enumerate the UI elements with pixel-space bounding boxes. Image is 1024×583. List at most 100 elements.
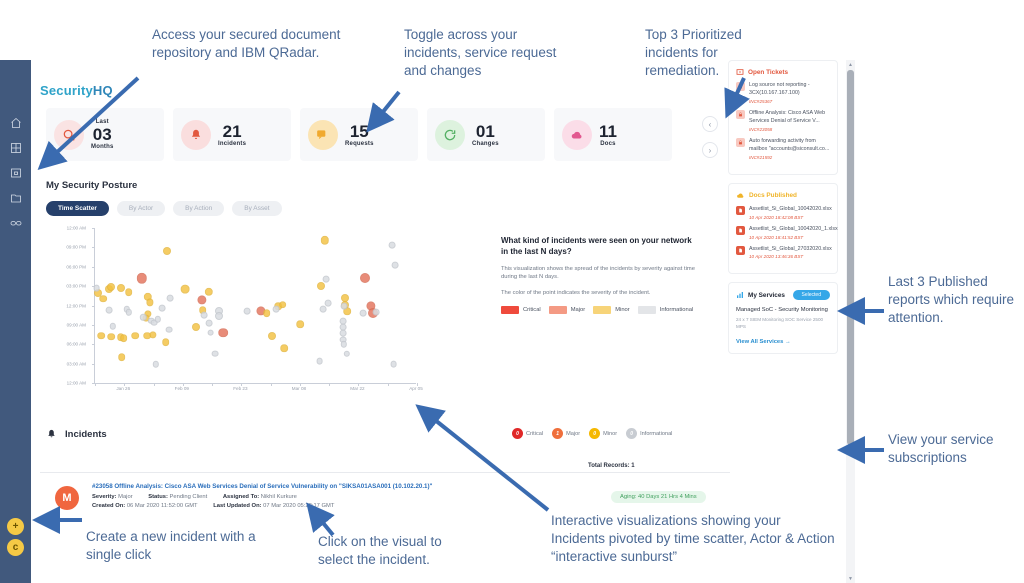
scatter-point[interactable] — [99, 294, 107, 303]
list-item[interactable]: Assetlist_Si_Global_27032020.xlsx 10 Apr … — [736, 245, 832, 259]
scatter-point[interactable] — [154, 316, 161, 323]
chart-description-1: This visualization shows the spread of t… — [501, 265, 695, 281]
scatter-point[interactable] — [372, 309, 380, 316]
list-item[interactable]: Auto forwarding activity from mailbox "a… — [736, 137, 830, 160]
scatter-point[interactable] — [117, 353, 126, 362]
scatter-point[interactable] — [319, 305, 327, 313]
scroll-down-arrow[interactable]: ▼ — [846, 574, 855, 583]
scatter-point[interactable] — [278, 300, 287, 309]
scatter-point[interactable] — [107, 282, 116, 291]
scatter-point[interactable] — [390, 360, 397, 368]
time-scatter-chart[interactable]: 12:00 AM 09:00 PM 06:00 PM 03:00 PM 12:00 PM… — [46, 226, 422, 403]
lock-icon — [736, 109, 745, 119]
ticket-id: INC#23058 — [749, 126, 773, 132]
scatter-point[interactable] — [262, 309, 271, 318]
dashboard-icon[interactable] — [0, 135, 31, 160]
home-icon[interactable] — [0, 110, 31, 135]
kpi-card-row: Last 03 Months 21 Incidents 15 Requests — [46, 108, 672, 161]
scatter-point[interactable] — [317, 282, 326, 291]
scatter-point[interactable] — [167, 294, 174, 302]
scatter-point[interactable] — [280, 344, 289, 352]
folder-icon[interactable] — [0, 185, 31, 210]
scatter-point[interactable] — [272, 305, 280, 313]
scatter-point[interactable] — [120, 334, 128, 342]
scatter-point[interactable] — [391, 261, 399, 269]
severity-legend-item[interactable]: 0 Critical — [512, 428, 543, 439]
chat-fab[interactable]: c — [7, 539, 24, 556]
scatter-point[interactable] — [93, 285, 100, 292]
scatter-point[interactable] — [97, 331, 106, 340]
scatter-point[interactable] — [359, 272, 370, 283]
scatter-point[interactable] — [165, 326, 173, 333]
scatter-point[interactable] — [145, 298, 154, 306]
scatter-point[interactable] — [296, 320, 305, 328]
list-item[interactable]: Assetlist_Si_Global_10042020.xlsx 10 Apr … — [736, 205, 832, 220]
kpi-card-requests[interactable]: 15 Requests — [300, 108, 418, 161]
scatter-point[interactable] — [205, 319, 213, 327]
link-icon[interactable] — [0, 210, 31, 235]
list-item[interactable]: Offline Analysis: Cisco ASA Web Services… — [736, 109, 830, 132]
scatter-point[interactable] — [204, 287, 214, 296]
created-label: Created On: — [92, 503, 126, 509]
device-icon[interactable] — [0, 160, 31, 185]
kpi-card-changes[interactable]: 01 Changes — [427, 108, 545, 161]
scatter-point[interactable] — [320, 236, 329, 245]
scatter-point[interactable] — [136, 273, 147, 284]
scatter-point[interactable] — [192, 323, 201, 332]
kpi-card-docs[interactable]: 11 Docs — [554, 108, 672, 161]
scatter-point[interactable] — [200, 311, 208, 319]
scrollbar-thumb[interactable] — [847, 70, 854, 445]
scatter-point[interactable] — [359, 309, 367, 317]
create-incident-fab[interactable]: + — [7, 518, 24, 535]
scatter-point[interactable] — [340, 302, 348, 310]
scatter-point[interactable] — [152, 361, 160, 368]
scatter-point[interactable] — [324, 299, 332, 307]
scatter-point[interactable] — [124, 288, 133, 297]
tab-time-scatter[interactable]: Time Scatter — [46, 201, 109, 216]
scatter-point[interactable] — [131, 331, 139, 340]
scatter-point[interactable] — [214, 311, 223, 320]
scatter-point[interactable] — [197, 295, 207, 305]
severity-legend-item[interactable]: 1 Major — [552, 428, 580, 439]
scatter-point[interactable] — [116, 284, 125, 293]
tab-by-asset[interactable]: By Asset — [232, 201, 282, 216]
scatter-point[interactable] — [244, 307, 251, 315]
scatter-point[interactable] — [159, 304, 166, 312]
scatter-point[interactable] — [107, 332, 115, 341]
scatter-point[interactable] — [343, 350, 351, 357]
carousel-next-button[interactable]: › — [702, 142, 718, 158]
scatter-point[interactable] — [218, 327, 229, 338]
list-item[interactable]: Assetlist_Si_Global_10042020_1.xlsx 10 Ap… — [736, 225, 838, 240]
scatter-point[interactable] — [267, 331, 276, 340]
chart-plot-area[interactable] — [92, 228, 418, 386]
scatter-point[interactable] — [161, 338, 170, 346]
scatter-point[interactable] — [211, 350, 219, 357]
scatter-point[interactable] — [207, 329, 214, 337]
scatter-point[interactable] — [125, 309, 132, 316]
view-all-services-link[interactable]: View All Services → — [736, 339, 830, 345]
app-logo[interactable]: SecurityHQ — [40, 83, 113, 98]
x-tick-label: Mar 08 — [291, 386, 307, 391]
tab-by-actor[interactable]: By Actor — [116, 201, 166, 216]
kpi-card-incidents[interactable]: 21 Incidents — [173, 108, 291, 161]
vertical-scrollbar[interactable]: ▲ ▼ — [846, 60, 855, 583]
scatter-point[interactable] — [316, 357, 324, 365]
tab-by-action[interactable]: By Action — [173, 201, 225, 216]
scatter-point[interactable] — [163, 247, 172, 256]
scatter-point[interactable] — [106, 306, 113, 314]
scatter-point[interactable] — [388, 241, 396, 249]
scroll-up-arrow[interactable]: ▲ — [846, 60, 855, 69]
list-item[interactable]: Log source not reporting - 3CX(10.167.16… — [736, 82, 830, 104]
file-icon — [736, 245, 745, 255]
scatter-point[interactable] — [109, 323, 116, 330]
carousel-prev-button[interactable]: ‹ — [702, 116, 718, 132]
scatter-point[interactable] — [322, 275, 330, 283]
incident-title-link[interactable]: #23058 Offline Analysis: Cisco ASA Web S… — [92, 483, 432, 490]
severity-legend-item[interactable]: 0 Minor — [589, 428, 617, 439]
severity-legend-item[interactable]: 0 Informational — [626, 428, 672, 439]
scatter-point[interactable] — [340, 341, 347, 348]
kpi-card-months[interactable]: Last 03 Months — [46, 108, 164, 161]
scatter-point[interactable] — [149, 331, 157, 339]
severity-label: Severity: — [92, 494, 117, 500]
scatter-point[interactable] — [180, 284, 190, 294]
